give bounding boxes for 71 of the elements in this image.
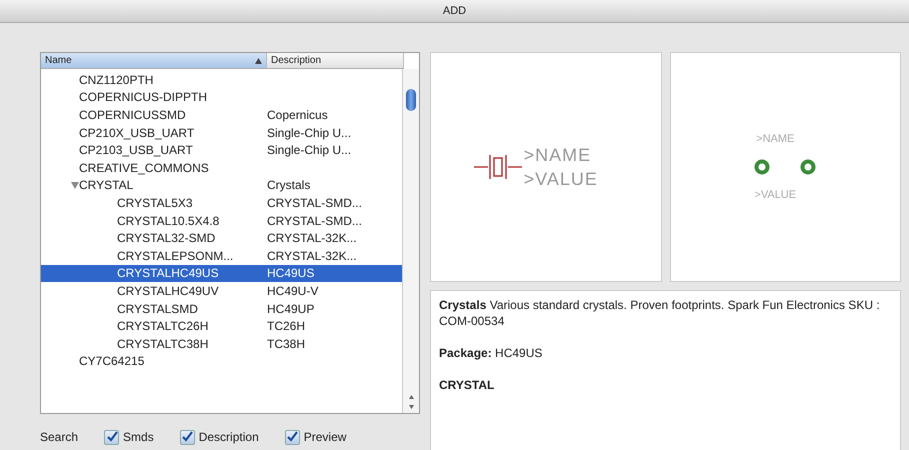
part-name: CRYSTALTC26H [117,319,208,334]
part-name: COPERNICUS-DIPPTH [79,90,208,104]
part-name: CRYSTALHC49US [117,266,219,280]
value-label: >VALUE [524,168,598,191]
part-name: COPERNICUSSMD [79,108,186,122]
column-header[interactable]: Description [267,53,404,69]
list-row[interactable]: COPERNICUSSMD Copernicus [41,106,402,124]
checkbox[interactable] [180,430,195,444]
part-description: CRYSTAL-32K... [267,248,357,263]
device-name: CRYSTAL [439,377,496,393]
value-label: >VALUE [754,189,796,201]
scroll-up-icon[interactable] [408,395,414,399]
part-description: Crystals [267,178,310,192]
part-name: CP2103_USB_UART [79,143,193,158]
list-row[interactable]: CRYSTALSMD HC49UP [41,300,402,318]
scroll-thumb[interactable] [406,89,416,111]
part-description: Copernicus [267,108,328,122]
part-description-text: Crystals Various standard crystals. Proven footprints. Spark Fun Electronics SKU : COM-00534 [439,297,881,329]
checkbox[interactable] [104,430,120,444]
part-description: TC26H [267,319,306,334]
scroll-down-icon[interactable] [408,405,414,409]
part-name: CRYSTALSMD [117,302,198,316]
list-row[interactable]: CY7C64215 [41,352,402,370]
part-description: Single-Chip U... [267,126,352,140]
checkbox[interactable] [284,430,300,444]
list-row[interactable]: CRYSTALTC26H TC26H [41,317,402,335]
disclosure-triangle-icon[interactable] [71,182,79,189]
part-name: CRYSTAL [79,178,134,192]
list-row[interactable]: CP210X_USB_UART Single-Chip U... [41,124,402,142]
part-name: CRYSTAL5X3 [117,196,193,210]
list-row[interactable]: CRYSTALHC49UV HC49U-V [41,282,402,300]
scrollbar[interactable] [402,69,419,413]
part-name: CREATIVE_COMMONS [79,160,209,175]
search-label: Search [40,430,78,444]
list-row[interactable]: CRYSTAL5X3 CRYSTAL-SMD... [41,194,402,212]
list-row[interactable]: CRYSTAL32-SMD CRYSTAL-32K... [41,229,402,247]
part-description: CRYSTAL-SMD... [267,214,362,228]
search-option-checkbox[interactable]: Description [180,430,259,444]
part-name: CRYSTALHC49UV [117,284,219,298]
list-row[interactable]: COPERNICUS-DIPPTH [41,88,402,106]
part-name: CNZ1120PTH [79,72,154,87]
name-label: >NAME [524,144,592,167]
part-name: CP210X_USB_UART [79,126,194,140]
column-header[interactable]: Name [41,53,267,69]
search-option-checkbox[interactable]: Smds [104,430,154,444]
part-name: CRYSTAL10.5X4.8 [117,214,220,228]
list-row[interactable]: CRYSTALHC49US HC49US [41,264,402,282]
list-row[interactable]: CP2103_USB_UART Single-Chip U... [41,141,402,159]
part-name: CY7C64215 [79,354,144,368]
pads-drawing [754,159,816,175]
list-row[interactable]: CNZ1120PTH [41,71,402,89]
part-description: CRYSTAL-SMD... [267,196,362,210]
list-row[interactable]: CRYSTALEPSONM... CRYSTAL-32K... [41,246,402,265]
part-description: HC49US [267,266,314,280]
list-row[interactable]: CRYSTAL10.5X4.8 CRYSTAL-SMD... [41,212,402,230]
part-description: CRYSTAL-32K... [267,231,357,246]
list-row[interactable]: CREATIVE_COMMONS [41,158,402,177]
part-name: CRYSTALEPSONM... [117,248,234,263]
name-label: >NAME [756,133,794,145]
package-text: Package: HC49US [439,345,544,361]
search-option-checkbox[interactable]: Preview [284,430,346,444]
list-row[interactable]: CRYSTAL Crystals [41,176,402,194]
part-name: CRYSTALTC38H [117,336,208,351]
part-name: CRYSTAL32-SMD [117,231,216,246]
part-description: TC38H [267,336,306,351]
sort-ascending-icon [255,58,262,64]
part-description: Single-Chip U... [267,143,352,158]
part-description: HC49U-V [267,284,318,298]
list-row[interactable]: CRYSTALTC38H TC38H [41,334,402,352]
window-title: ADD [442,5,466,17]
part-description: HC49UP [267,302,314,316]
